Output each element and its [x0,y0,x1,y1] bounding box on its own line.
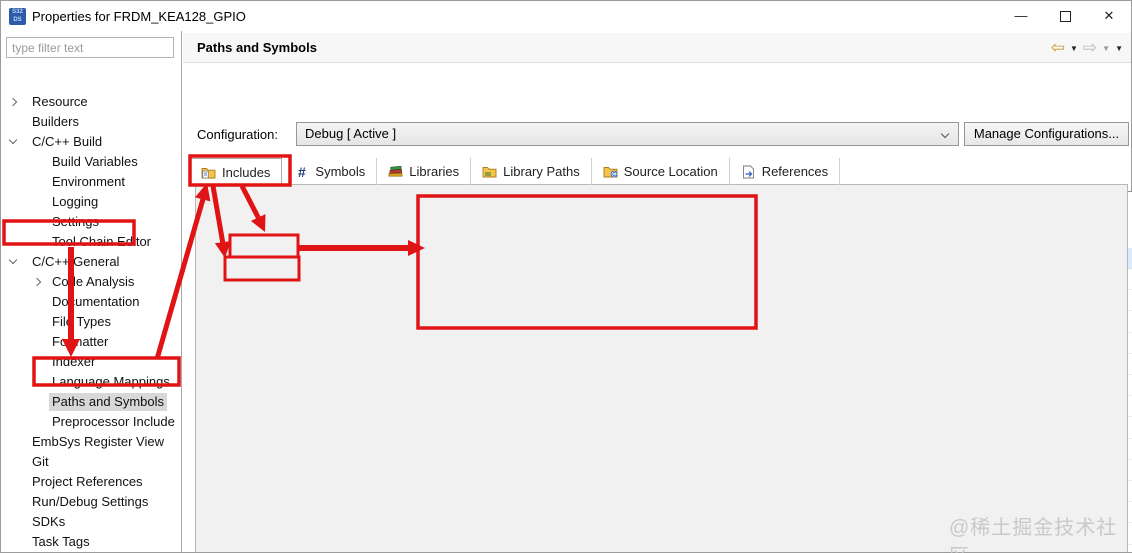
hash-icon: # [298,163,306,180]
tab-library-paths[interactable]: Library Paths [471,158,592,185]
sidebar-tree: Resource Builders C/C++ Build Build Variabl… [1,61,180,552]
sidebar-item-label: Indexer [52,354,96,369]
sidebar-item-paths-and-symbols[interactable]: Paths and Symbols [1,392,181,412]
tab-bar: Includes # Symbols Libraries Library Paths C S… [189,158,841,185]
sidebar-item-c-c-build[interactable]: C/C++ Build [1,132,181,152]
watermark: @稀土掘金技术社区 [949,517,1118,553]
tab-content [195,184,1128,552]
sidebar-item-label: Logging [52,194,99,209]
chevron-collapsed-icon[interactable] [32,277,42,287]
sidebar-item-label: Paths and Symbols [49,393,168,411]
tab-label: Source Location [623,164,718,179]
app-icon: S32 DS [9,8,26,25]
folder-include-icon [201,166,216,179]
filter-input[interactable] [6,37,174,58]
window-title: Properties for FRDM_KEA128_GPIO [32,9,246,24]
sidebar-item-label: Build Variables [52,154,138,169]
tab-label: Symbols [315,164,366,179]
back-arrow-icon[interactable]: ⇦ [1051,38,1065,58]
books-icon [388,165,403,178]
sidebar-item-label: Resource [32,94,88,109]
maximize-icon [1059,11,1071,23]
tab-label: Includes [222,164,271,180]
page-header: Paths and Symbols ⇦ ▼ ⇨ ▼ ▼ [183,33,1131,63]
sidebar-item-label: Git [32,454,49,469]
sidebar-item-label: Code Analysis [52,274,135,289]
sidebar-item-label: Run/Debug Settings [32,494,149,509]
sidebar-item-project-references[interactable]: Project References [1,472,181,492]
page-title: Paths and Symbols [197,40,317,55]
sidebar-item-label: Environment [52,174,125,189]
configuration-label: Configuration: [197,127,278,142]
folder-source-icon: C [603,165,618,178]
sidebar: Resource Builders C/C++ Build Build Variabl… [1,31,182,552]
sidebar-item-indexer[interactable]: Indexer [1,352,181,372]
tab-symbols[interactable]: # Symbols [283,158,378,185]
sidebar-item-formatter[interactable]: Formatter [1,332,181,352]
tab-label: Library Paths [503,164,580,179]
back-dropdown-icon[interactable]: ▼ [1070,44,1078,53]
sidebar-item-label: Tool Chain Editor [52,234,151,249]
sidebar-item-tool-chain-editor[interactable]: Tool Chain Editor [1,232,181,252]
tab-label: Libraries [409,164,460,179]
sidebar-item-label: Language Mappings [52,374,170,389]
chevron-expanded-icon[interactable] [8,135,18,145]
sidebar-item-preprocessor-include[interactable]: Preprocessor Include [1,412,181,432]
sidebar-item-label: File Types [52,314,112,329]
sidebar-item-language-mappings[interactable]: Language Mappings [1,372,181,392]
folder-paths-icon [482,165,497,178]
sidebar-item-settings[interactable]: Settings [1,212,181,232]
sidebar-item-label: Project References [32,474,143,489]
main-pane: Paths and Symbols ⇦ ▼ ⇨ ▼ ▼ Configuratio… [183,31,1132,552]
chevron-collapsed-icon[interactable] [8,97,18,107]
chevron-down-icon [940,129,950,139]
title-bar: S32 DS Properties for FRDM_KEA128_GPIO — … [1,1,1131,31]
sidebar-item-label: Formatter [52,334,109,349]
sidebar-item-label: Documentation [52,294,140,309]
tab-source-location[interactable]: C Source Location [592,158,730,185]
sidebar-item-build-variables[interactable]: Build Variables [1,152,181,172]
file-reference-icon [741,165,756,178]
sidebar-item-file-types[interactable]: File Types [1,312,181,332]
chevron-expanded-icon[interactable] [8,255,18,265]
sidebar-item-label: Settings [52,214,99,229]
properties-dialog: S32 DS Properties for FRDM_KEA128_GPIO — … [0,0,1132,553]
sidebar-item-run-debug-settings[interactable]: Run/Debug Settings [1,492,181,512]
tab-label: References [761,164,829,179]
sidebar-item-resource[interactable]: Resource [1,92,181,112]
minimize-button[interactable]: — [999,1,1043,31]
sidebar-item-label: C/C++ Build [32,134,103,149]
sidebar-item-embsys-register-view[interactable]: EmbSys Register View [1,432,181,452]
svg-text:C: C [612,172,616,178]
sidebar-item-environment[interactable]: Environment [1,172,181,192]
configuration-row: Configuration: Debug [ Active ] Manage C… [183,91,1131,151]
forward-arrow-icon[interactable]: ⇨ [1083,38,1097,58]
sidebar-item-code-analysis[interactable]: Code Analysis [1,272,181,292]
sidebar-item-documentation[interactable]: Documentation [1,292,181,312]
close-button[interactable]: ✕ [1087,1,1131,31]
maximize-button[interactable] [1043,1,1087,31]
sidebar-item-label: EmbSys Register View [32,434,164,449]
sidebar-item-label: Task Tags [32,534,90,549]
sidebar-item-git[interactable]: Git [1,452,181,472]
header-nav: ⇦ ▼ ⇨ ▼ ▼ [1051,37,1123,59]
sidebar-item-builders[interactable]: Builders [1,112,181,132]
sidebar-item-logging[interactable]: Logging [1,192,181,212]
sidebar-item-task-tags[interactable]: Task Tags [1,532,181,552]
sidebar-item-sdks[interactable]: SDKs [1,512,181,532]
sidebar-item-label: SDKs [32,514,66,529]
sidebar-item-label: Builders [32,114,79,129]
sidebar-item-label: C/C++ General [32,254,120,269]
tab-includes[interactable]: Includes [189,158,283,185]
sidebar-item-c-c-general[interactable]: C/C++ General [1,252,181,272]
view-menu-icon[interactable]: ▼ [1115,44,1123,53]
manage-configurations-button[interactable]: Manage Configurations... [964,122,1129,146]
tab-libraries[interactable]: Libraries [377,158,472,185]
configuration-value: Debug [ Active ] [305,126,397,141]
forward-dropdown-icon[interactable]: ▼ [1102,44,1110,53]
tab-references[interactable]: References [730,158,841,185]
sidebar-item-label: Preprocessor Include [52,414,175,429]
configuration-select[interactable]: Debug [ Active ] [296,122,959,146]
